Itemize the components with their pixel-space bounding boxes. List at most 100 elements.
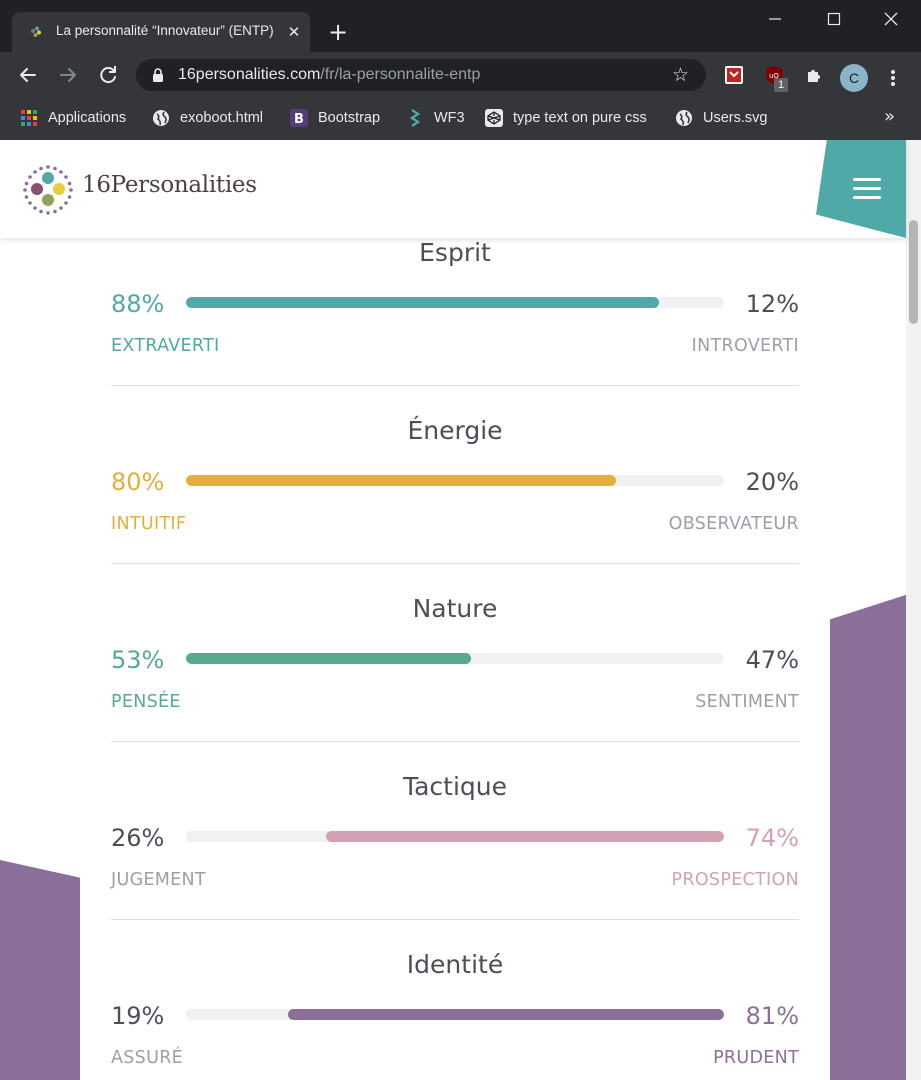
browser-chrome: La personnalité “Innovateur” (ENTP) ✕ + <box>0 0 921 140</box>
trait-left-percent: 53% <box>111 646 165 674</box>
scrollbar-thumb[interactable] <box>909 220 918 324</box>
forward-arrow-icon[interactable] <box>54 61 82 89</box>
extension-badge: 1 <box>774 78 788 92</box>
trait-left-label: ASSURÉ <box>111 1048 184 1068</box>
bookmark-star-icon[interactable]: ☆ <box>672 65 692 85</box>
close-icon <box>884 12 898 26</box>
trait-title: Nature <box>412 594 498 623</box>
trait-tactique: Tactique 26% 74% JUGEMENT PROSPECTION <box>111 772 799 950</box>
site-favicon-icon <box>29 25 43 39</box>
trait-left-percent: 26% <box>111 824 165 852</box>
page-content: 16Personalities Esprit 88% 12% EXTRAVERT… <box>0 140 921 1080</box>
decorative-shape-left <box>0 860 80 1080</box>
logo-number: 16 <box>82 172 111 198</box>
profile-avatar[interactable]: C <box>840 64 868 92</box>
bookmark-label: Bootstrap <box>318 110 381 126</box>
bookmark-wf3[interactable]: WF3 <box>406 107 465 129</box>
lock-icon <box>153 68 163 82</box>
bookmark-users-svg[interactable]: Users.svg <box>675 107 767 129</box>
trait-title: Esprit <box>419 238 491 267</box>
trait-bar-track <box>186 653 724 664</box>
trait-right-percent: 74% <box>745 824 799 852</box>
trait-bar-track <box>186 475 724 486</box>
trait-title: Énergie <box>407 416 503 445</box>
page-scrollbar[interactable] <box>906 140 921 1080</box>
toolbar: 16personalities.com/fr/la-personnalite-e… <box>0 52 921 98</box>
reload-icon[interactable] <box>94 61 122 89</box>
trait-divider <box>111 563 799 564</box>
trait-esprit: Esprit 88% 12% EXTRAVERTI INTROVERTI <box>111 238 799 416</box>
minimize-button[interactable] <box>752 4 798 34</box>
trait-left-percent: 80% <box>111 468 165 496</box>
bookmark-label: Users.svg <box>703 110 768 126</box>
trait-title: Identité <box>406 950 504 979</box>
trait-left-label: INTUITIF <box>111 514 187 534</box>
trait-right-percent: 81% <box>745 1002 799 1030</box>
bookmark-type-text[interactable]: type text on pure css <box>485 107 647 129</box>
logo-icon[interactable] <box>22 164 74 216</box>
trait-right-label: OBSERVATEUR <box>668 514 799 534</box>
trait-bar-fill <box>288 1009 724 1020</box>
trait-bar-track <box>186 831 724 842</box>
trait-left-label: JUGEMENT <box>111 870 206 890</box>
traits-list: Esprit 88% 12% EXTRAVERTI INTROVERTI Éne… <box>111 238 799 1080</box>
trait-left-percent: 88% <box>111 290 165 318</box>
tab-strip: La personnalité “Innovateur” (ENTP) ✕ + <box>0 0 921 52</box>
trait-right-percent: 20% <box>745 468 799 496</box>
trait-divider <box>111 741 799 742</box>
trait-divider <box>111 919 799 920</box>
codepen-icon <box>485 109 503 127</box>
trait-bar-fill <box>186 297 659 308</box>
url-text: 16personalities.com/fr/la-personnalite-e… <box>178 66 480 84</box>
back-arrow-icon[interactable] <box>14 61 42 89</box>
url-path: /fr/la-personnalite-entp <box>320 66 481 83</box>
bookmark-label: WF3 <box>434 110 465 126</box>
address-bar[interactable]: 16personalities.com/fr/la-personnalite-e… <box>136 59 706 91</box>
bookmark-exoboot[interactable]: exoboot.html <box>152 107 263 129</box>
site-header: 16Personalities <box>0 140 906 238</box>
tab-title: La personnalité “Innovateur” (ENTP) <box>56 23 274 38</box>
tab-active[interactable]: La personnalité “Innovateur” (ENTP) ✕ <box>12 12 310 52</box>
trait-bar-track <box>186 1009 724 1020</box>
trait-bar-fill <box>326 831 724 842</box>
trait-right-label: PRUDENT <box>713 1048 799 1068</box>
tab-close-icon[interactable]: ✕ <box>284 22 304 42</box>
trait-bar-fill <box>186 475 616 486</box>
bookmark-label: exoboot.html <box>180 110 264 126</box>
minimize-icon <box>769 18 781 20</box>
trait-right-percent: 47% <box>745 646 799 674</box>
logo-word: Personalities <box>110 172 257 198</box>
trait-bar-track <box>186 297 724 308</box>
bookmark-bootstrap[interactable]: B Bootstrap <box>290 107 380 129</box>
bookmarks-bar: Applications exoboot.html B Bootstrap WF… <box>0 98 921 140</box>
new-tab-button[interactable]: + <box>324 18 352 46</box>
puzzle-extensions-icon[interactable] <box>804 65 824 85</box>
trait-divider <box>111 385 799 386</box>
globe-icon <box>153 110 169 126</box>
bookmark-label: Applications <box>48 110 127 126</box>
trait-right-label: PROSPECTION <box>671 870 799 890</box>
bookmark-label: type text on pure css <box>513 110 647 126</box>
trait-bar-fill <box>186 653 471 664</box>
extension-pdf-icon[interactable] <box>724 65 744 85</box>
trait-energie: Énergie 80% 20% INTUITIF OBSERVATEUR <box>111 416 799 594</box>
trait-nature: Nature 53% 47% PENSÉE SENTIMENT <box>111 594 799 772</box>
trait-right-label: SENTIMENT <box>695 692 799 712</box>
more-vert-icon[interactable] <box>884 64 902 92</box>
logo-wordmark[interactable]: 16Personalities <box>82 172 257 198</box>
bookmarks-overflow-icon[interactable]: » <box>884 106 895 127</box>
maximize-icon <box>827 12 841 26</box>
hamburger-menu-icon[interactable] <box>853 178 881 200</box>
apps-grid-icon <box>21 110 37 126</box>
trait-right-percent: 12% <box>745 290 799 318</box>
globe-icon <box>676 110 692 126</box>
bootstrap-icon: B <box>290 109 308 127</box>
wf3-icon <box>409 109 421 127</box>
maximize-button[interactable] <box>810 4 856 34</box>
trait-left-percent: 19% <box>111 1002 165 1030</box>
trait-right-label: INTROVERTI <box>691 336 799 356</box>
bookmark-applications[interactable]: Applications <box>20 107 126 129</box>
trait-identite: Identité 19% 81% ASSURÉ PRUDENT <box>111 950 799 1080</box>
close-window-button[interactable] <box>868 4 914 34</box>
svg-text:B: B <box>294 112 304 127</box>
